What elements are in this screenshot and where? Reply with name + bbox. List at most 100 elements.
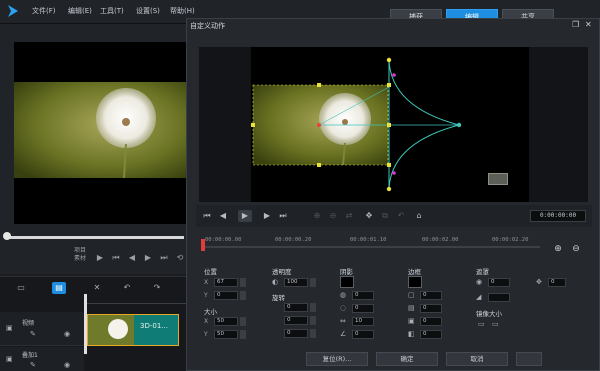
size-x-label: X [204, 318, 209, 325]
next-frame-icon[interactable]: ▶ [142, 252, 154, 264]
mode-project[interactable]: 项目 [74, 247, 86, 255]
mask-gradient-field[interactable] [488, 293, 510, 302]
mask-move-icon[interactable]: ✥ [536, 278, 542, 286]
size-label: 大小 [204, 308, 217, 316]
cancel-button[interactable]: 取消 [446, 352, 508, 366]
menu-edit[interactable]: 编辑(E) [68, 6, 92, 16]
close-icon[interactable]: ✕ [585, 20, 592, 29]
position-x-field[interactable]: 67 [214, 278, 238, 287]
shadow-field-1[interactable]: 0 [352, 291, 374, 300]
shadow-field-2[interactable]: 0 [352, 304, 374, 313]
shadow-color-swatch[interactable] [340, 276, 354, 288]
track-visibility-icon[interactable]: ◉ [64, 330, 70, 338]
play-icon[interactable]: ▶ [94, 252, 106, 264]
shadow-label: 阴影 [340, 268, 353, 276]
undo-keyframe-icon[interactable]: ↶ [394, 210, 408, 222]
player-scrub-handle[interactable] [3, 232, 11, 240]
ruler-tick: 00:00:02.20 [492, 237, 529, 243]
menu-file[interactable]: 文件(F) [32, 6, 56, 16]
clip-label: 3D-01... [140, 322, 168, 330]
ruler-tick: 00:00:00.20 [275, 237, 312, 243]
position-y-label: Y [204, 292, 208, 299]
menu-help[interactable]: 帮助(H) [170, 6, 195, 16]
mirror-size-label: 镜像大小 [476, 310, 502, 318]
mirror-icon-2[interactable]: ▭ [492, 320, 499, 328]
border-field-3[interactable]: 0 [420, 317, 442, 326]
move-left-icon[interactable]: ✥ [362, 210, 376, 222]
zoom-out-icon[interactable]: ⊖ [570, 243, 582, 255]
rotation-x-spinner[interactable] [310, 303, 316, 312]
keyframe-playhead[interactable] [201, 239, 205, 251]
extra-button[interactable] [516, 352, 542, 366]
redo-icon[interactable]: ↷ [150, 282, 164, 294]
play-button[interactable]: ▶ [238, 210, 252, 222]
position-y-field[interactable]: 0 [214, 291, 238, 300]
size-y-label: Y [204, 331, 208, 338]
mode-clip[interactable]: 素材 [74, 255, 86, 263]
prev-frame-icon[interactable]: ◀ [126, 252, 138, 264]
border-field-4[interactable]: 0 [420, 330, 442, 339]
lock-icon[interactable]: ⌂ [412, 210, 426, 222]
shadow-field-4[interactable]: 0 [352, 330, 374, 339]
undo-icon[interactable]: ↶ [120, 282, 134, 294]
opacity-field[interactable]: 100 [284, 278, 308, 287]
zoom-in-icon[interactable]: ⊕ [552, 243, 564, 255]
border-field-2[interactable]: 0 [420, 304, 442, 313]
border-color-swatch[interactable] [408, 276, 422, 288]
prev-frame-icon-2[interactable]: ◀ [216, 210, 230, 222]
rotation-x-field[interactable]: 0 [284, 303, 308, 312]
navigator-thumbnail[interactable] [488, 173, 508, 185]
go-end-icon[interactable]: ⏭ [276, 210, 290, 222]
reverse-keyframe-icon[interactable]: ⇄ [342, 210, 356, 222]
rotation-z-spinner[interactable] [310, 329, 316, 338]
timeline-ruler[interactable] [84, 296, 187, 304]
size-y-field[interactable]: 50 [214, 330, 238, 339]
position-x-spinner[interactable] [240, 278, 246, 287]
position-y-spinner[interactable] [240, 291, 246, 300]
timecode-display[interactable]: 0:00:00:00 [530, 210, 586, 222]
reset-button[interactable]: 复位(R)... [306, 352, 368, 366]
skip-start-icon[interactable]: ⏮ [110, 252, 122, 264]
rotation-y-field[interactable]: 0 [284, 316, 308, 325]
player-scrub-bar[interactable] [4, 236, 184, 239]
overlay-mute-icon[interactable]: ✎ [30, 361, 36, 369]
keyframe-track[interactable] [202, 246, 540, 248]
menu-settings[interactable]: 设置(S) [136, 6, 160, 16]
mask-field[interactable]: 0 [488, 278, 510, 287]
border-label: 边框 [408, 268, 421, 276]
rotation-y-spinner[interactable] [310, 316, 316, 325]
ruler-tick: 00:00:02.00 [422, 237, 459, 243]
opacity-label: 透明度 [272, 268, 292, 276]
track-mute-icon[interactable]: ✎ [30, 330, 36, 338]
shadow-offset-icon: ⇔ [340, 317, 346, 325]
border-width-icon: ▢ [408, 291, 415, 299]
overlay-visibility-icon[interactable]: ◉ [64, 361, 70, 369]
mirror-icon-1[interactable]: ▭ [478, 320, 485, 328]
player-mode-labels: 项目 素材 [74, 247, 86, 263]
ok-button[interactable]: 确定 [376, 352, 438, 366]
add-keyframe-icon[interactable]: ⊕ [310, 210, 324, 222]
shadow-field-3[interactable]: 10 [352, 317, 374, 326]
menu-tools[interactable]: 工具(T) [100, 6, 124, 16]
border-field-1[interactable]: 0 [420, 291, 442, 300]
tools-icon[interactable]: ✕ [90, 282, 104, 294]
opacity-spinner[interactable] [310, 278, 316, 287]
size-x-spinner[interactable] [240, 317, 246, 326]
remove-keyframe-icon[interactable]: ⊖ [326, 210, 340, 222]
storyboard-view-icon[interactable]: ▭ [14, 282, 28, 294]
size-y-spinner[interactable] [240, 330, 246, 339]
restore-icon[interactable]: ❐ [572, 20, 579, 29]
timeline-view-icon[interactable]: ▤ [52, 282, 66, 294]
mask-field-2[interactable]: 0 [548, 278, 566, 287]
skip-end-icon[interactable]: ⏭ [158, 252, 170, 264]
go-start-icon[interactable]: ⏮ [200, 210, 214, 222]
rotation-z-field[interactable]: 0 [284, 329, 308, 338]
repeat-icon[interactable]: ⟲ [174, 252, 186, 264]
next-frame-icon-2[interactable]: ▶ [260, 210, 274, 222]
track-video-label: 视频 [22, 320, 35, 327]
size-x-field[interactable]: 50 [214, 317, 238, 326]
copy-keyframe-icon[interactable]: ⧉ [378, 210, 392, 222]
mask-label: 遮罩 [476, 268, 489, 276]
border-opacity-icon: ◧ [408, 330, 415, 338]
position-label: 位置 [204, 268, 217, 276]
